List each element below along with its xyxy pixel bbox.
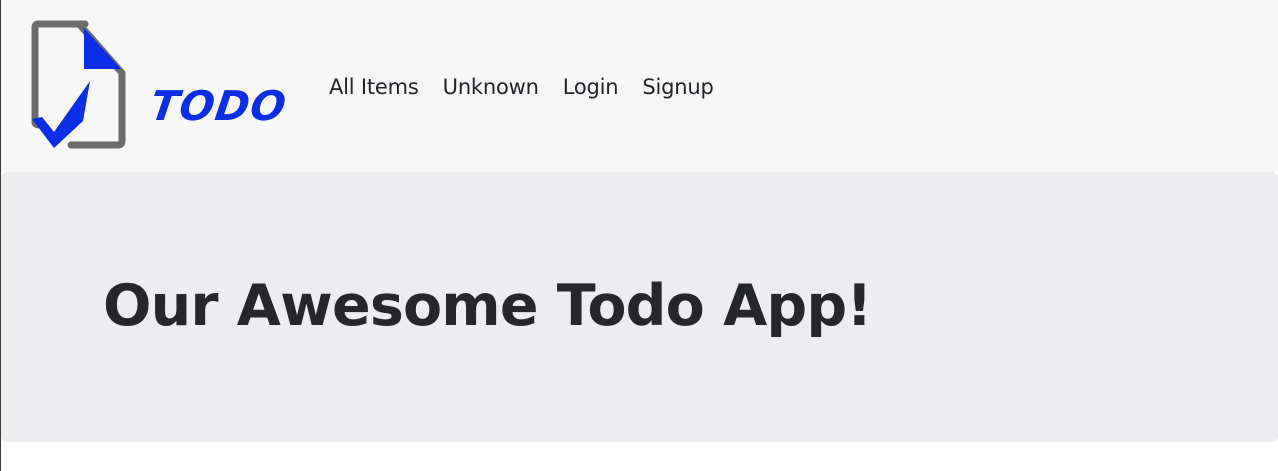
nav-link-unknown[interactable]: Unknown xyxy=(443,70,539,104)
logo-text: TODO xyxy=(147,82,285,130)
navbar: TODO All Items Unknown Login Signup xyxy=(1,0,1278,172)
brand-logo-link[interactable]: TODO xyxy=(30,19,285,151)
logo-wordmark: TODO xyxy=(147,82,285,130)
nav-link-signup[interactable]: Signup xyxy=(642,70,713,104)
page: TODO All Items Unknown Login Signup Our … xyxy=(0,0,1278,471)
hero-jumbotron: Our Awesome Todo App! xyxy=(1,172,1278,442)
document-checkmark-icon: TODO xyxy=(31,20,285,149)
page-title: Our Awesome Todo App! xyxy=(103,273,872,339)
nav-link-login[interactable]: Login xyxy=(563,70,619,104)
nav-link-all-items[interactable]: All Items xyxy=(329,70,419,104)
nav-links: All Items Unknown Login Signup xyxy=(329,70,714,104)
